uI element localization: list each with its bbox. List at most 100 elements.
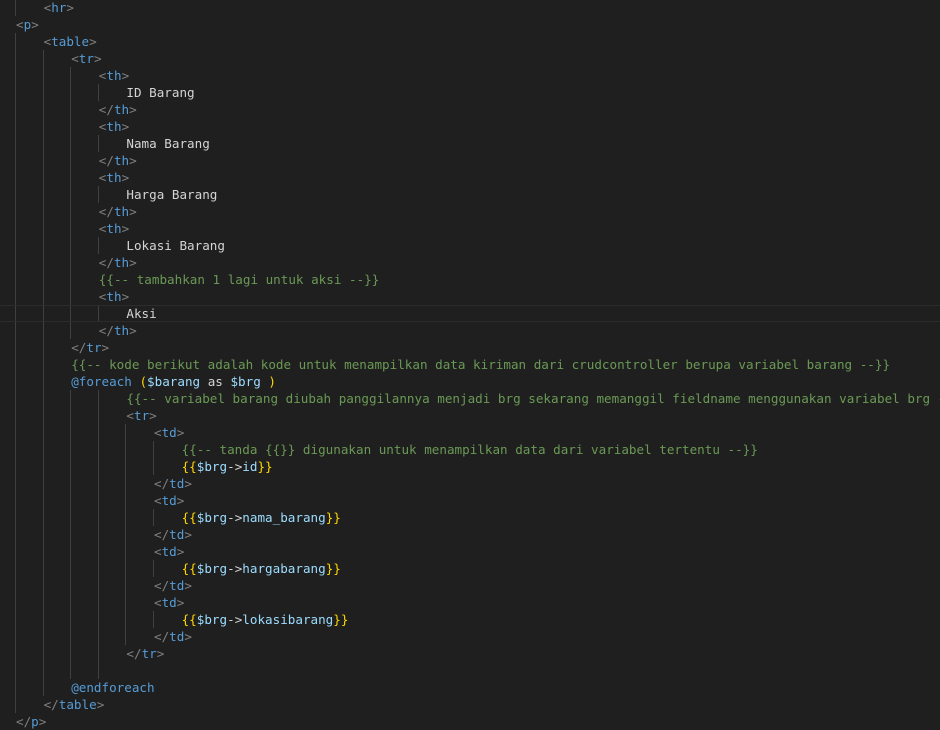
code-token: {{-- kode berikut adalah kode untuk mena… (71, 357, 891, 372)
code-token: < (154, 544, 162, 559)
code-token: ID Barang (126, 85, 195, 100)
code-line[interactable]: <th> (99, 288, 129, 305)
code-token: > (184, 629, 192, 644)
code-editor[interactable]: <hr> <p> <table> <tr> <th> ID Barang </th> <th>… (0, 0, 940, 730)
code-token: < (154, 425, 162, 440)
code-line[interactable]: <tr> (71, 50, 101, 67)
code-token: {{ (181, 459, 197, 474)
indent-guide (97, 186, 99, 203)
code-token: th (106, 68, 122, 83)
code-token: tr (133, 408, 150, 423)
code-token: -> (227, 510, 243, 525)
code-token: }} (257, 459, 273, 474)
code-token: th (106, 119, 122, 134)
indent-guide (153, 611, 154, 628)
code-line[interactable]: Harga Barang (126, 186, 217, 203)
code-token: > (121, 68, 130, 83)
code-token: </ (16, 714, 32, 729)
code-token: -> (227, 561, 243, 576)
code-line[interactable]: <hr> (44, 0, 74, 16)
code-line[interactable]: @foreach ($barang as $brg ) (71, 373, 276, 390)
code-line[interactable]: </th> (99, 152, 137, 169)
code-line[interactable]: </td> (154, 526, 192, 543)
indent-guide (42, 50, 44, 696)
code-token: > (149, 408, 157, 423)
code-token: > (121, 170, 130, 185)
code-token: {{-- tambahkan 1 lagi untuk aksi --}} (98, 272, 380, 287)
code-line[interactable]: {{$brg->lokasibarang}} (182, 611, 349, 628)
code-line[interactable]: {{-- variabel barang diubah panggilannya… (126, 390, 940, 407)
code-line[interactable]: <tr> (126, 407, 156, 424)
code-token: {{ (181, 612, 197, 627)
code-line[interactable]: </th> (99, 254, 137, 271)
code-token: > (129, 102, 137, 117)
code-line[interactable]: <p> (16, 16, 39, 33)
code-token: </ (126, 646, 142, 661)
code-line[interactable]: <td> (154, 424, 184, 441)
code-token: $brg (230, 374, 261, 389)
indent-guide (125, 424, 127, 645)
code-token: > (93, 51, 102, 66)
code-line[interactable]: </td> (154, 577, 192, 594)
code-token: > (129, 153, 137, 168)
code-line[interactable]: {{$brg->id}} (182, 458, 273, 475)
code-token: </ (154, 629, 170, 644)
code-token: th (113, 255, 130, 270)
code-token: > (31, 17, 39, 32)
code-token: < (16, 17, 24, 32)
code-token: td (169, 476, 185, 491)
code-line[interactable]: </th> (99, 101, 137, 118)
code-token: </ (98, 102, 114, 117)
code-line[interactable]: <td> (154, 492, 184, 509)
code-token: Aksi (126, 306, 157, 321)
code-line[interactable]: @endforeach (71, 679, 154, 696)
code-line[interactable]: {{$brg->hargabarang}} (182, 560, 341, 577)
code-line[interactable]: Aksi (126, 305, 156, 322)
indent-guide (15, 0, 16, 16)
code-token: > (156, 646, 165, 661)
code-line[interactable]: </p> (16, 713, 46, 730)
code-line[interactable]: </th> (99, 203, 137, 220)
code-token: td (169, 527, 185, 542)
code-token: > (129, 323, 137, 338)
code-line[interactable]: {{-- tambahkan 1 lagi untuk aksi --}} (99, 271, 380, 288)
code-line[interactable]: <td> (154, 543, 184, 560)
code-token: < (154, 493, 162, 508)
indent-guide (153, 560, 154, 577)
code-token: {{ (181, 561, 197, 576)
code-token: > (176, 493, 185, 508)
code-line[interactable]: Nama Barang (126, 135, 209, 152)
code-token: > (101, 340, 110, 355)
code-line[interactable]: </tr> (126, 645, 164, 662)
code-line[interactable]: Lokasi Barang (126, 237, 225, 254)
code-token: > (96, 697, 105, 712)
code-line[interactable]: <td> (154, 594, 184, 611)
code-line[interactable]: <th> (99, 169, 129, 186)
code-line[interactable]: </td> (154, 628, 192, 645)
code-line[interactable]: <th> (99, 67, 129, 84)
code-token: $brg (196, 561, 228, 576)
code-line[interactable]: </td> (154, 475, 192, 492)
code-token: }} (325, 561, 341, 576)
code-line[interactable]: </th> (99, 322, 137, 339)
code-line[interactable]: {{$brg->nama_barang}} (182, 509, 341, 526)
code-token: td (169, 578, 185, 593)
code-line[interactable]: <th> (99, 118, 129, 135)
code-line[interactable]: <th> (99, 220, 129, 237)
indent-guide (70, 390, 72, 679)
indent-guide (97, 84, 99, 101)
code-token: p (31, 714, 39, 729)
code-line[interactable]: </tr> (71, 339, 109, 356)
code-token: > (129, 204, 137, 219)
code-line[interactable]: ID Barang (126, 84, 194, 101)
code-token: table (51, 34, 90, 49)
code-token: </ (43, 697, 59, 712)
code-token: hargabarang (242, 561, 326, 576)
code-line[interactable]: <table> (44, 33, 97, 50)
indent-guide (97, 135, 99, 152)
code-line[interactable]: {{-- kode berikut adalah kode untuk mena… (71, 356, 890, 373)
code-token: > (121, 221, 130, 236)
code-line[interactable]: </table> (44, 696, 105, 713)
code-line[interactable]: {{-- tanda {{}} digunakan untuk menampil… (182, 441, 758, 458)
indent-guide (153, 509, 154, 526)
